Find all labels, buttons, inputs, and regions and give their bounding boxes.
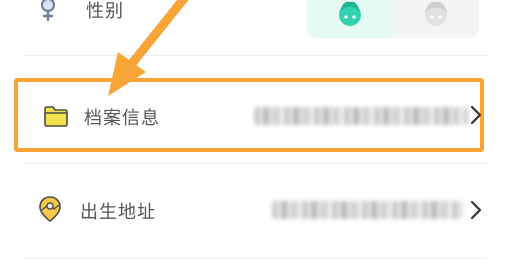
folder-icon [44, 105, 68, 127]
birthplace-value-blurred [272, 201, 462, 219]
map-pin-icon [36, 195, 64, 223]
chevron-right-icon [470, 105, 482, 125]
birthplace-row[interactable]: 出生地址 [0, 175, 511, 247]
female-symbol-icon [36, 0, 60, 22]
gender-option-male[interactable] [307, 0, 393, 38]
archive-info-row[interactable]: 档案信息 [14, 78, 484, 152]
archive-info-label: 档案信息 [84, 108, 160, 129]
row-divider [24, 258, 487, 259]
boy-avatar-icon [335, 0, 365, 32]
girl-avatar-icon [421, 0, 451, 32]
gender-label: 性别 [86, 1, 124, 22]
profile-settings-screen: 性别 档案信息 出生地址 [0, 0, 511, 267]
gender-toggle [307, 0, 479, 38]
birthplace-label: 出生地址 [80, 202, 156, 223]
gender-row: 性别 [0, 0, 511, 45]
chevron-right-icon [470, 200, 482, 220]
row-divider [24, 163, 487, 164]
row-divider [24, 55, 487, 56]
archive-info-value-blurred [254, 107, 468, 125]
gender-option-female[interactable] [393, 0, 479, 38]
